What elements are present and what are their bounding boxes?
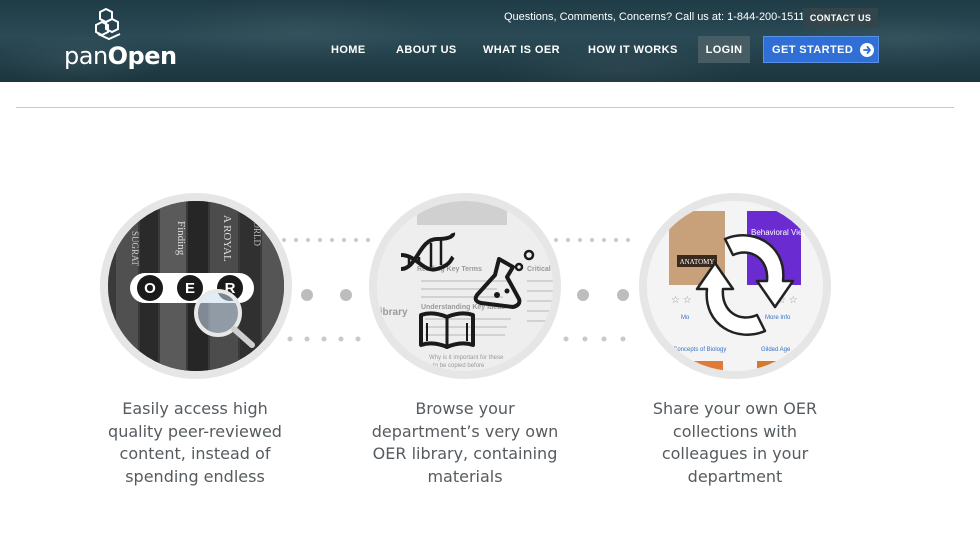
collection-label-2: Gilded Age bbox=[761, 347, 791, 353]
oer-letter-o: O bbox=[144, 280, 156, 297]
flask-icon bbox=[473, 249, 535, 309]
more-info-link-1: Mo bbox=[681, 315, 690, 321]
feature-image-oer: SUGRAT Finding A ROYAL WORLD O E R bbox=[100, 193, 292, 379]
collection-label-1: Concepts of Biology bbox=[673, 347, 726, 353]
page-text-library: library bbox=[377, 307, 408, 318]
page-text-question: Why is it important for these bbox=[429, 355, 504, 361]
feature-caption-access: Easily access high quality peer-reviewed… bbox=[108, 399, 282, 486]
book-spine-4: WORLD bbox=[252, 213, 262, 246]
dna-icon bbox=[400, 232, 456, 272]
feature-image-sharing: ANATOMY Behavioral View of Learning ☆ ☆ … bbox=[639, 193, 831, 379]
sync-arrows-icon bbox=[695, 234, 795, 336]
book-spine-3: A ROYAL bbox=[221, 215, 233, 262]
oer-badge: O E R bbox=[130, 273, 255, 348]
feature-caption-browse: Browse your department’s very own OER li… bbox=[371, 399, 559, 486]
page-text-question-2: to be copied before bbox=[433, 363, 485, 369]
book-spine-1: SUGRAT bbox=[130, 231, 140, 267]
feature-caption-share: Share your own OER collections with coll… bbox=[652, 399, 818, 486]
oer-letter-e: E bbox=[185, 280, 195, 297]
rating-stars-1: ☆ ☆ bbox=[671, 295, 692, 306]
feature-image-library: Reading Key Terms Understanding Key Idea… bbox=[369, 193, 561, 379]
book-spine-2: Finding bbox=[175, 221, 187, 256]
book-icon bbox=[419, 311, 475, 349]
